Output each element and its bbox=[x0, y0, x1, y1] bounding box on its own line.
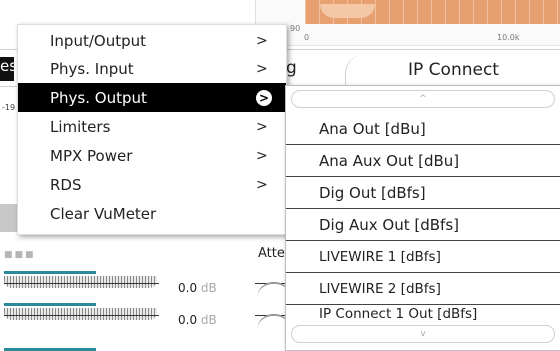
graph-tick-90: 90 bbox=[290, 24, 301, 33]
submenu-item-label: LIVEWIRE 1 [dBfs] bbox=[319, 248, 441, 265]
submenu-item-label: Ana Out [dBu] bbox=[319, 119, 426, 138]
submenu-item-ana-out[interactable]: Ana Out [dBu] bbox=[286, 113, 560, 145]
level-meter[interactable] bbox=[4, 308, 157, 320]
submenu-item-label: Dig Out [dBfs] bbox=[319, 183, 426, 202]
submenu-item-livewire-1[interactable]: LIVEWIRE 1 [dBfs] bbox=[286, 241, 560, 273]
meter-rule bbox=[4, 283, 159, 284]
menu-item-mpx-power[interactable]: MPX Power > bbox=[18, 141, 286, 170]
scale-tick: -19 bbox=[2, 103, 16, 112]
chevron-right-icon: > bbox=[256, 89, 272, 106]
context-menu: Input/Output > Phys. Input > Phys. Outpu… bbox=[17, 24, 287, 235]
meter-accent bbox=[4, 271, 96, 274]
chevron-right-icon: > bbox=[256, 147, 268, 164]
chevron-down-icon: v bbox=[420, 329, 426, 339]
menu-item-rds[interactable]: RDS > bbox=[18, 170, 286, 199]
menu-item-phys-output[interactable]: Phys. Output > bbox=[18, 83, 286, 112]
meter-accent bbox=[4, 303, 96, 306]
submenu-item-ana-aux-out[interactable]: Ana Aux Out [dBu] bbox=[286, 145, 560, 177]
chevron-up-icon: ^ bbox=[419, 94, 427, 104]
attenuation-label: Atte bbox=[258, 246, 285, 261]
submenu-item-livewire-2[interactable]: LIVEWIRE 2 [dBfs] bbox=[286, 273, 560, 305]
tab-ip-connect-label: IP Connect bbox=[408, 60, 499, 80]
submenu-item-label: LIVEWIRE 2 [dBfs] bbox=[319, 280, 441, 297]
level-meter[interactable] bbox=[4, 276, 157, 288]
meter-rule bbox=[4, 315, 159, 316]
menu-item-label: Limiters bbox=[50, 117, 111, 136]
eq-curve-peak bbox=[320, 4, 375, 18]
submenu-item-label: Dig Aux Out [dBfs] bbox=[319, 215, 459, 234]
submenu-item-label: IP Connect 1 Out [dBfs] bbox=[319, 306, 478, 322]
tab-ip-connect[interactable]: IP Connect bbox=[345, 55, 560, 85]
scroll-down-button[interactable]: v bbox=[291, 325, 555, 343]
menu-item-label: Clear VuMeter bbox=[50, 204, 157, 223]
menu-item-label: Phys. Input bbox=[50, 59, 134, 78]
menu-item-limiters[interactable]: Limiters > bbox=[18, 112, 286, 141]
scroll-up-button[interactable]: ^ bbox=[291, 90, 555, 108]
tab-partial-left[interactable]: es bbox=[0, 57, 14, 81]
menu-item-input-output[interactable]: Input/Output > bbox=[18, 26, 286, 55]
chevron-right-icon: > bbox=[256, 60, 268, 77]
menu-item-label: Input/Output bbox=[50, 31, 146, 50]
submenu-item-dig-out[interactable]: Dig Out [dBfs] bbox=[286, 177, 560, 209]
menu-item-clear-vumeter[interactable]: Clear VuMeter bbox=[18, 199, 286, 228]
menu-item-label: MPX Power bbox=[50, 146, 133, 165]
chevron-right-icon: > bbox=[256, 118, 268, 135]
tab-partial-middle[interactable]: g bbox=[286, 58, 297, 78]
menu-item-phys-input[interactable]: Phys. Input > bbox=[18, 54, 286, 83]
submenu-item-ip-connect-1-out[interactable]: IP Connect 1 Out [dBfs] bbox=[286, 303, 560, 325]
menu-item-label: RDS bbox=[50, 175, 82, 194]
meter-value: 0.0 dB bbox=[178, 313, 217, 327]
panel-dots: ■■■ bbox=[4, 250, 36, 260]
chevron-right-icon: > bbox=[256, 176, 268, 193]
submenu-item-dig-aux-out[interactable]: Dig Aux Out [dBfs] bbox=[286, 209, 560, 241]
meter-value: 0.0 dB bbox=[178, 281, 217, 295]
graph-tick-10k: 10.0k bbox=[497, 33, 520, 42]
phys-output-submenu: ^ Ana Out [dBu] Ana Aux Out [dBu] Dig Ou… bbox=[285, 85, 560, 351]
chevron-right-icon: > bbox=[256, 32, 268, 49]
graph-tick-0: 0 bbox=[304, 33, 310, 42]
submenu-item-label: Ana Aux Out [dBu] bbox=[319, 151, 460, 170]
menu-item-label: Phys. Output bbox=[50, 88, 147, 107]
